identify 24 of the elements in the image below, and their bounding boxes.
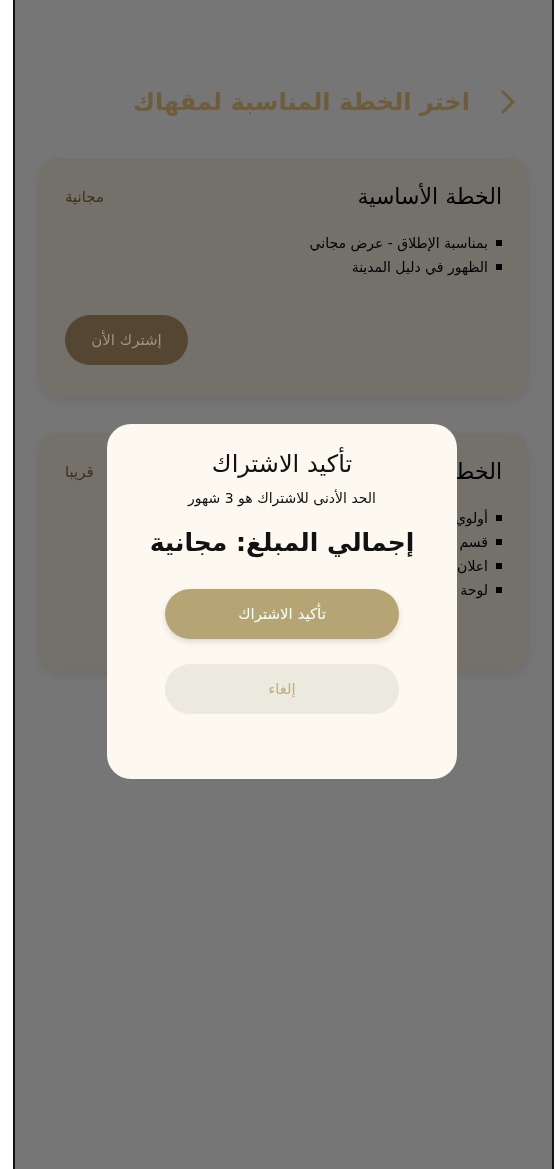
feature-text: لوحة bbox=[460, 582, 488, 598]
bullet-icon bbox=[496, 264, 502, 270]
confirm-button[interactable]: تأكيد الاشتراك bbox=[165, 589, 399, 639]
plan-price: قريبا bbox=[65, 462, 94, 481]
bullet-icon bbox=[496, 563, 502, 569]
subscribe-button[interactable]: إشترك الأن bbox=[65, 315, 188, 365]
page-title: اختر الخطة المناسبة لمقهاك bbox=[132, 88, 470, 116]
bullet-icon bbox=[496, 515, 502, 521]
dialog-note: الحد الأدنى للاشتراك هو 3 شهور bbox=[188, 490, 376, 506]
bullet-icon bbox=[496, 240, 502, 246]
feature-text: اعلان bbox=[457, 558, 488, 574]
plan-price: مجانية bbox=[65, 187, 105, 206]
plan-title: الخط bbox=[454, 459, 502, 484]
cancel-button[interactable]: إلغاء bbox=[165, 664, 399, 714]
plan-title: الخطة الأساسية bbox=[357, 184, 502, 209]
chevron-right-icon bbox=[500, 89, 516, 115]
feature-text: قسم bbox=[459, 534, 488, 550]
feature-text: بمناسبة الإطلاق - عرض مجاني bbox=[309, 235, 488, 251]
feature-text: الظهور في دليل المدينة bbox=[351, 259, 488, 275]
bullet-icon bbox=[496, 539, 502, 545]
total-amount: إجمالي المبلغ: مجانية bbox=[149, 528, 415, 557]
feature-text: أولوي bbox=[454, 510, 488, 526]
bullet-icon bbox=[496, 587, 502, 593]
back-button[interactable] bbox=[500, 89, 516, 115]
